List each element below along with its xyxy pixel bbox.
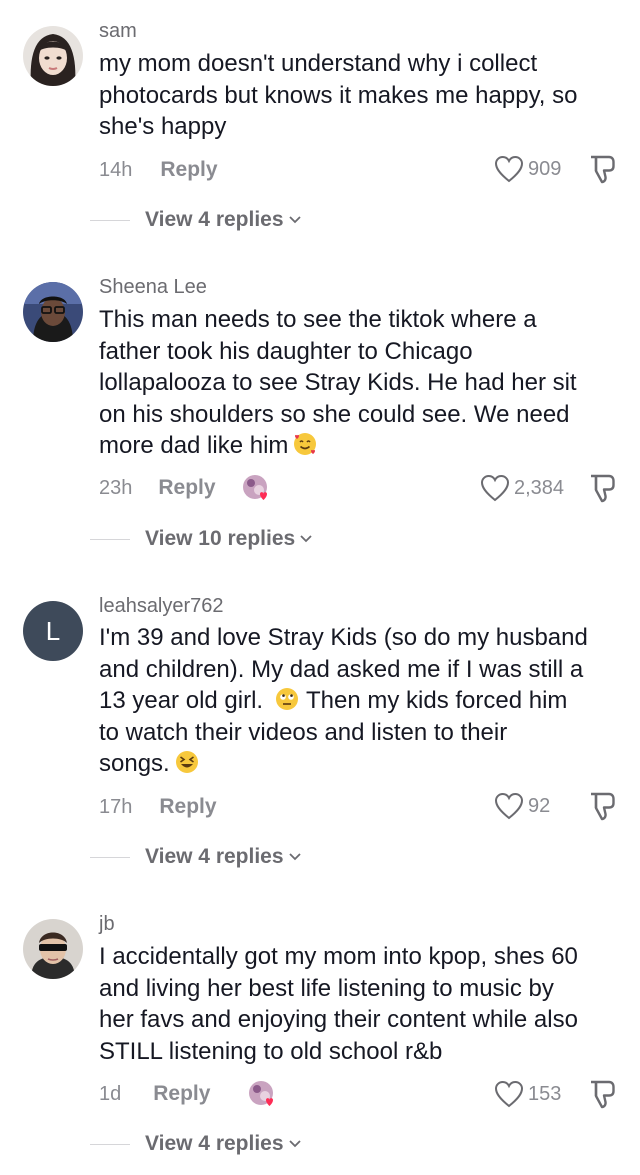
reply-button[interactable]: Reply [159,795,216,819]
timestamp: 23h [99,476,133,499]
like-button[interactable]: 92 [494,789,550,823]
avatar-letter: L [45,615,61,646]
comment-line-text: 13 year old girl. [99,687,264,715]
comment-text: I accidentally got my mom into kpop, she… [99,941,629,1067]
heart-outline-icon [494,1080,524,1108]
thumbs-down-outline-icon [591,1080,615,1109]
comment-text: This man needs to see the tiktok where a… [99,304,629,462]
comment-line: more dad like him [99,430,629,462]
reply-button[interactable]: Reply [160,158,217,182]
comment-meta: 14h Reply [99,155,218,185]
like-button[interactable]: 909 [494,152,561,186]
like-count: 153 [528,1082,562,1105]
avatar[interactable] [23,282,83,342]
comment-line: father took his daughter to Chicago [99,337,473,365]
thumbs-down-outline-icon [591,155,615,184]
dislike-button[interactable] [584,789,618,823]
face-with-rolling-eyes-icon [275,688,298,711]
thumbs-down-outline-icon [591,474,615,503]
reply-button[interactable]: Reply [158,476,215,500]
chevron-down-icon [288,853,301,861]
comment-line: and living her best life listening to mu… [99,974,554,1002]
comment-text: I'm 39 and love Stray Kids (so do my hus… [99,622,629,780]
comment-line: her favs and enjoying their content whil… [99,1006,578,1034]
divider [90,219,130,221]
view-replies-label: View 4 replies [145,208,284,231]
comment-line: I'm 39 and love Stray Kids (so do my hus… [99,624,588,651]
username[interactable]: sam [99,20,137,43]
smiling-face-with-hearts-icon [294,433,317,456]
thumbs-down-outline-icon [591,792,615,821]
dislike-button[interactable] [584,1077,618,1111]
chevron-down-icon [288,1140,301,1148]
comment-line: photocards but knows it makes me happy, … [99,81,578,109]
comment-line: to watch their videos and listen to thei… [99,718,508,746]
avatar[interactable] [23,919,83,979]
comment-line: lollapalooza to see Stray Kids. He had h… [99,369,577,397]
username[interactable]: jb [99,913,115,936]
comment-line-text: songs. [99,750,170,778]
like-count: 909 [528,157,562,180]
grinning-squinting-face-icon [175,751,198,774]
avatar[interactable]: L [23,601,83,661]
view-replies-button[interactable]: View 10 replies [90,524,313,554]
username[interactable]: Sheena Lee [99,276,207,299]
heart-outline-icon [494,155,524,183]
chevron-down-icon [300,535,312,543]
timestamp: 1d [99,1082,122,1105]
like-count: 92 [528,794,551,817]
view-replies-button[interactable]: View 4 replies [90,205,302,235]
comment-line: on his shoulders so she could see. We ne… [99,400,570,428]
comment-line: songs. [99,748,629,780]
creator-liked-badge [244,1079,284,1109]
comment-line-text: Then my kids forced him [306,687,568,715]
reply-button[interactable]: Reply [153,1082,210,1106]
heart-outline-icon [480,474,510,502]
comment-line: I accidentally got my mom into kpop, she… [99,943,578,970]
view-replies-label: View 10 replies [145,527,296,550]
creator-liked-badge [238,473,278,503]
dislike-button[interactable] [584,471,618,505]
comment-text: my mom doesn't understand why i collect … [99,48,629,143]
comment-line: STILL listening to old school r&b [99,1037,443,1065]
view-replies-label: View 4 replies [145,1132,284,1155]
comment-line: 13 year old girl. Then my kids forced hi… [99,685,629,717]
divider [90,1143,130,1145]
view-replies-button[interactable]: View 4 replies [90,842,302,872]
comment-line: she's happy [99,113,227,141]
view-replies-button[interactable]: View 4 replies [90,1129,302,1159]
comment-line-text: more dad like him [99,432,289,460]
dislike-button[interactable] [584,152,618,186]
divider [90,538,130,540]
avatar[interactable] [23,26,83,86]
view-replies-label: View 4 replies [145,845,284,868]
like-button[interactable]: 2,384 [480,471,564,505]
comment-meta: 23h Reply [99,473,278,503]
chevron-down-icon [288,216,301,224]
comment-line: This man needs to see the tiktok where a [99,306,537,333]
timestamp: 14h [99,158,133,181]
timestamp: 17h [99,795,133,818]
comment-line: and children). My dad asked me if I was … [99,655,584,683]
divider [90,856,130,858]
like-count: 2,384 [514,476,565,499]
heart-outline-icon [494,792,524,820]
like-button[interactable]: 153 [494,1077,561,1111]
comment-line: my mom doesn't understand why i collect [99,50,538,77]
username[interactable]: leahsalyer762 [99,595,224,618]
comment-meta: 1d Reply [99,1079,284,1109]
comment-meta: 17h Reply [99,792,217,822]
